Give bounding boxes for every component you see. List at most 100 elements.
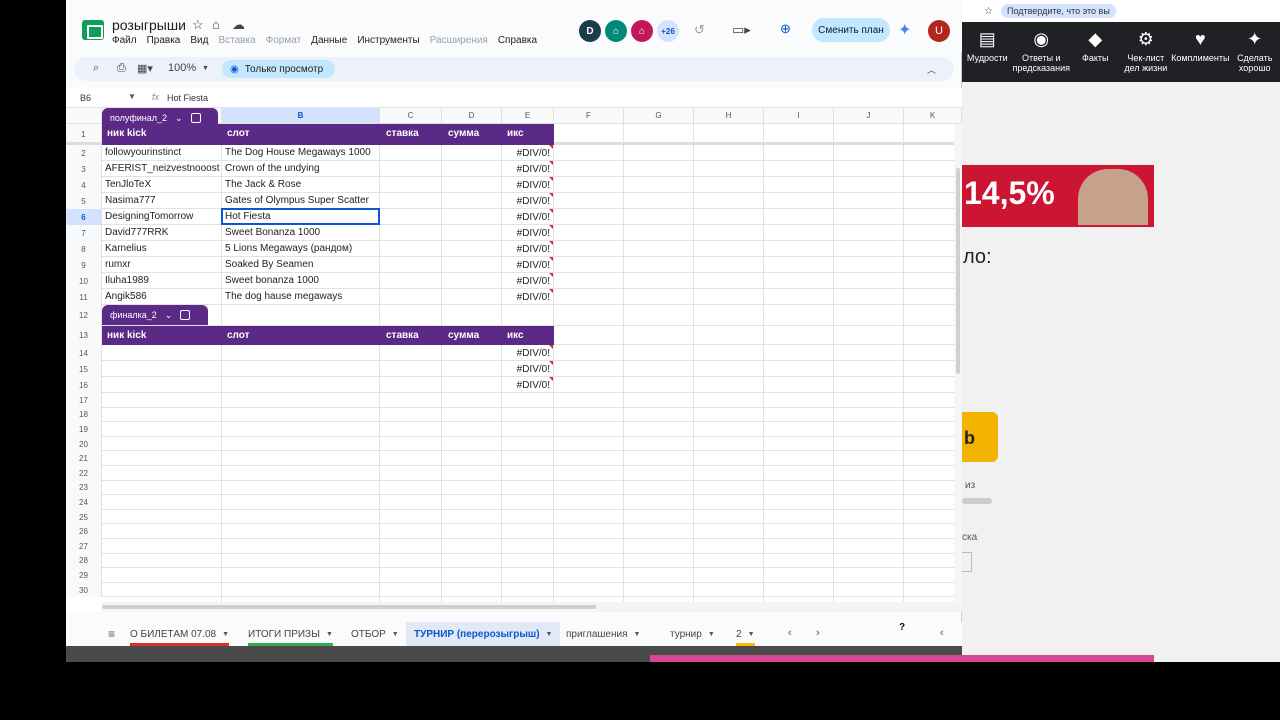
cell-nick[interactable]: Karnelius <box>103 241 221 257</box>
row-header-15[interactable]: 15 <box>66 361 102 377</box>
row-header-12[interactable]: 12 <box>66 305 102 326</box>
gemini-icon[interactable]: ✦ <box>898 20 911 40</box>
table-header-cell[interactable]: сумма <box>448 128 479 139</box>
yellow-button[interactable]: b <box>962 412 998 462</box>
cell-error[interactable]: #DIV/0! <box>502 226 550 241</box>
nav-facts[interactable]: ◆ Факты <box>1070 28 1121 63</box>
sheet-tab[interactable]: ИТОГИ ПРИЗЫ ▼ <box>248 622 333 646</box>
row-header-20[interactable]: 20 <box>66 436 102 452</box>
row-header-18[interactable]: 18 <box>66 407 102 423</box>
cell-error[interactable]: #DIV/0! <box>502 242 550 257</box>
background-input[interactable] <box>962 552 972 572</box>
row-header-27[interactable]: 27 <box>66 539 102 554</box>
cell-nick[interactable]: TenJloTeX <box>103 177 221 193</box>
cell-error[interactable]: #DIV/0! <box>502 274 550 289</box>
row-header-7[interactable]: 7 <box>66 225 102 241</box>
cell-slot[interactable]: The dog hause megaways <box>223 289 379 305</box>
change-plan-button[interactable]: Сменить план <box>812 18 890 42</box>
cell-slot[interactable]: Soaked By Seamen <box>223 257 379 273</box>
formula-value[interactable]: Hot Fiesta <box>167 93 208 103</box>
help-icon[interactable]: ? <box>899 622 913 636</box>
video-call-icon[interactable]: ▭▸ <box>732 22 751 38</box>
confirm-notice[interactable]: Подтвердите, что это вы <box>1000 4 1116 18</box>
cell-nick[interactable]: Angik586 <box>103 289 221 305</box>
cell-slot[interactable]: Sweet bonanza 1000 <box>223 273 379 289</box>
chevron-down-icon[interactable]: ⌄ <box>175 113 183 124</box>
cell-slot[interactable]: 5 Lions Megaways (рандом) <box>223 241 379 257</box>
cell-nick[interactable]: AFERIST_neizvestnooost <box>103 161 221 177</box>
print-icon[interactable]: ⎙ <box>117 62 126 75</box>
row-header-19[interactable]: 19 <box>66 422 102 437</box>
name-box[interactable]: B6 <box>80 93 91 103</box>
sheet-tab[interactable]: турнир ▼ <box>670 622 715 646</box>
cell-error[interactable]: #DIV/0! <box>502 210 550 225</box>
column-header-i[interactable]: I <box>764 108 834 124</box>
row-header-5[interactable]: 5 <box>66 193 102 209</box>
chevron-down-icon[interactable]: ▼ <box>222 631 229 638</box>
cell-error[interactable]: #DIV/0! <box>502 258 550 273</box>
nav-do-good[interactable]: ✦ Сделать хорошо <box>1229 28 1280 73</box>
history-icon[interactable]: ↺ <box>694 22 705 38</box>
chevron-down-icon[interactable]: ▼ <box>634 631 641 638</box>
chevron-up-icon[interactable]: ︿ <box>927 63 936 76</box>
view-only-badge[interactable]: ◉ Только просмотр <box>222 60 336 78</box>
sheets-logo-icon[interactable] <box>82 20 104 40</box>
cell-nick[interactable]: Nasima777 <box>103 193 221 209</box>
row-header-29[interactable]: 29 <box>66 568 102 583</box>
nav-wisdom[interactable]: ▤ Мудрости <box>962 28 1013 63</box>
more-collaborators[interactable]: +26 <box>657 20 679 42</box>
sheet-tab[interactable]: 2 ▼ <box>736 622 755 646</box>
row-header-3[interactable]: 3 <box>66 161 102 177</box>
chevron-down-icon[interactable]: ⌄ <box>165 310 173 321</box>
menu-data[interactable]: Данные <box>311 35 347 46</box>
menu-tools[interactable]: Инструменты <box>357 35 419 46</box>
scroll-left-icon[interactable]: ‹ <box>788 627 792 639</box>
cell-error[interactable]: #DIV/0! <box>502 290 550 305</box>
column-header-b[interactable]: B <box>222 108 380 124</box>
cell-nick[interactable]: rumxr <box>103 257 221 273</box>
menu-extensions[interactable]: Расширения <box>430 35 488 46</box>
chevron-down-icon[interactable]: ▼ <box>748 631 755 638</box>
menu-format[interactable]: Формат <box>266 35 302 46</box>
table-header-cell[interactable]: ник kick <box>107 128 146 139</box>
row-header-26[interactable]: 26 <box>66 524 102 539</box>
row-header-21[interactable]: 21 <box>66 451 102 466</box>
cell-slot[interactable]: Gates of Olympus Super Scatter <box>223 193 379 209</box>
collaborator-avatar[interactable]: D <box>579 20 601 42</box>
row-header-8[interactable]: 8 <box>66 241 102 257</box>
cell-error[interactable]: #DIV/0! <box>502 178 550 193</box>
row-header-16[interactable]: 16 <box>66 377 102 393</box>
zoom-select[interactable]: 100% <box>168 62 196 74</box>
search-icon[interactable]: ⌕ <box>93 62 99 75</box>
all-sheets-icon[interactable]: ≡ <box>108 627 115 641</box>
table-header-cell[interactable]: слот <box>227 330 250 341</box>
cell-error[interactable]: #DIV/0! <box>502 194 550 209</box>
row-header-17[interactable]: 17 <box>66 393 102 408</box>
collaborator-avatar[interactable]: ⌂ <box>605 20 627 42</box>
horizontal-scroll-thumb[interactable] <box>102 605 596 609</box>
grid-corner[interactable] <box>66 108 102 124</box>
table-header-cell[interactable]: сумма <box>448 330 479 341</box>
format-icon[interactable]: ▦▾ <box>137 62 153 75</box>
cell-error[interactable]: #DIV/0! <box>502 162 550 177</box>
star-icon[interactable]: ☆ <box>984 6 993 17</box>
table-header-cell[interactable]: ставка <box>386 128 419 139</box>
chevron-down-icon[interactable]: ▼ <box>708 631 715 638</box>
move-icon[interactable]: ⌂ <box>212 17 220 32</box>
menu-insert[interactable]: Вставка <box>218 35 255 46</box>
column-header-j[interactable]: J <box>834 108 904 124</box>
column-header-h[interactable]: H <box>694 108 764 124</box>
cell-slot[interactable]: The Dog House Megaways 1000 <box>223 145 379 161</box>
chevron-down-icon[interactable]: ▼ <box>128 92 136 101</box>
sheet-tab[interactable]: ТУРНИР (перерозыгрыш) ▼ <box>406 622 561 646</box>
selected-cell-b6[interactable] <box>221 208 380 225</box>
menu-edit[interactable]: Правка <box>147 35 181 46</box>
cloud-icon[interactable]: ☁ <box>232 17 245 33</box>
cell-nick[interactable]: David777RRK <box>103 225 221 241</box>
cell-error[interactable]: #DIV/0! <box>502 346 550 361</box>
row-header-30[interactable]: 30 <box>66 582 102 598</box>
cell-nick[interactable]: followyourinstinct <box>103 145 221 161</box>
sheet-tab[interactable]: О БИЛЕТАМ 07.08 ▼ <box>130 622 230 646</box>
row-header-4[interactable]: 4 <box>66 177 102 193</box>
scroll-right-icon[interactable]: › <box>816 627 820 639</box>
